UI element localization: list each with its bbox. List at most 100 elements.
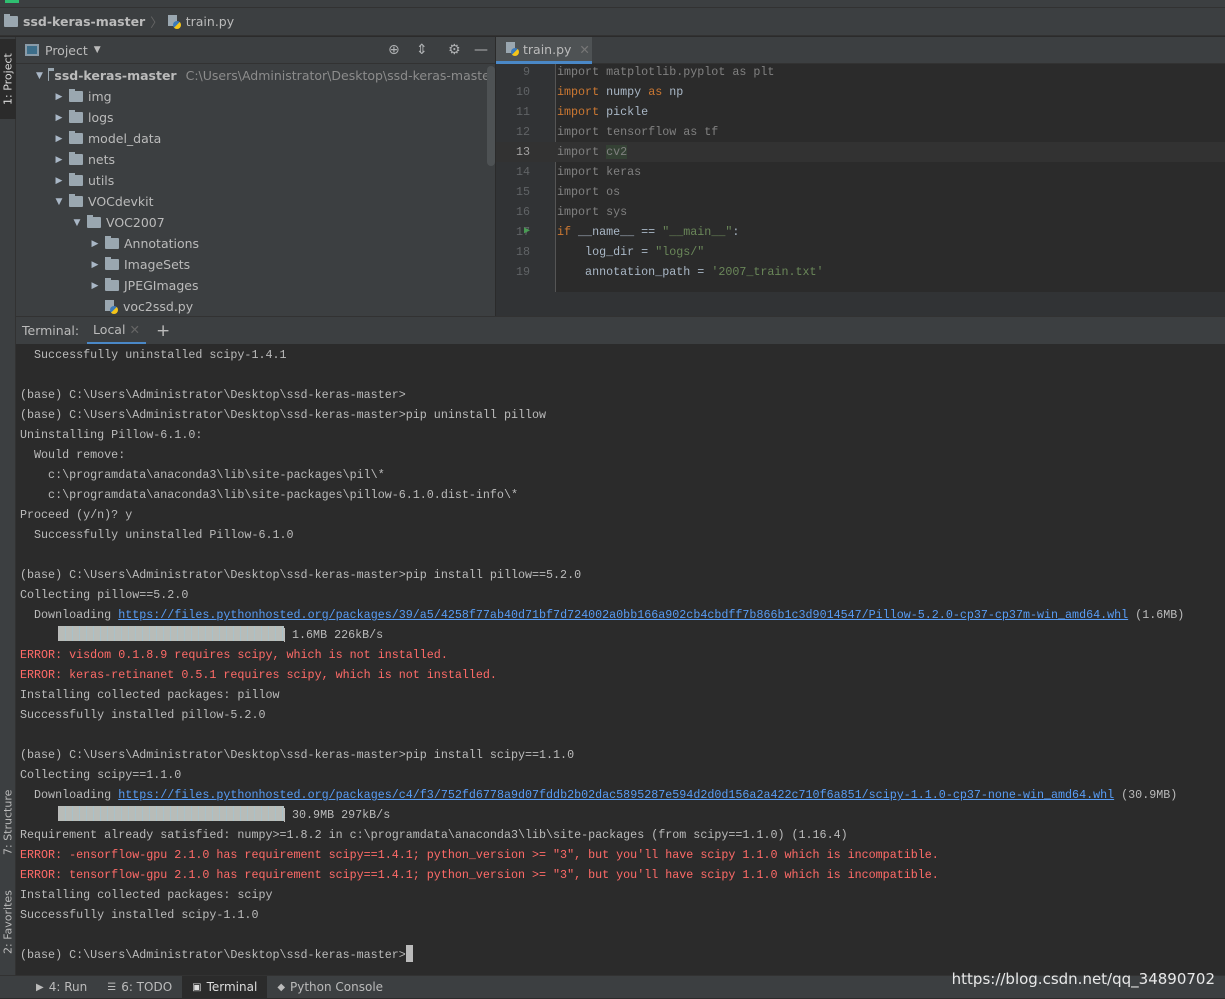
scrollbar[interactable] — [487, 66, 495, 166]
code-token: import tensorflow as tf — [557, 125, 719, 139]
error-line: ERROR: -ensorflow-gpu 2.1.0 has requirem… — [16, 845, 1225, 865]
code-text: import sys — [557, 202, 627, 222]
download-link[interactable]: https://files.pythonhosted.org/packages/… — [118, 788, 1114, 802]
chevron-right-icon[interactable]: ▶ — [54, 134, 64, 144]
tab-favorites[interactable]: 2: Favorites — [0, 882, 16, 962]
line-text: (base) C:\Users\Administrator\Desktop\ss… — [20, 408, 547, 422]
tree-item[interactable]: ▶ logs — [16, 107, 495, 128]
code-editor[interactable]: 9 import matplotlib.pyplot as plt 10 import… — [496, 64, 1225, 292]
chevron-right-icon[interactable]: ▶ — [90, 281, 100, 291]
terminal-line: (base) C:\Users\Administrator\Desktop\ss… — [16, 745, 1225, 765]
chevron-right-icon[interactable]: ▶ — [54, 92, 64, 102]
bottom-tab-python-console[interactable]: ◆ Python Console — [267, 976, 393, 999]
close-icon[interactable]: ✕ — [129, 322, 139, 337]
code-line[interactable]: 11 import pickle — [496, 102, 1225, 122]
tree-item[interactable]: ▶ JPEGImages — [16, 275, 495, 296]
code-line[interactable]: 17 ▶ if __name__ == "__main__": — [496, 222, 1225, 242]
bottom-tab-label: 6: TODO — [121, 980, 173, 994]
tree-item[interactable]: voc2ssd.py — [16, 296, 495, 316]
breadcrumb-file[interactable]: train.py — [186, 14, 234, 29]
tree-item[interactable]: ▶ Annotations — [16, 233, 495, 254]
terminal-output[interactable]: Successfully uninstalled scipy-1.4.1 (bas… — [16, 344, 1225, 975]
code-line[interactable]: 19 annotation_path = '2007_train.txt' — [496, 262, 1225, 282]
folder-icon — [47, 68, 57, 81]
close-icon[interactable]: ✕ — [579, 42, 589, 57]
python-file-icon — [105, 299, 118, 314]
code-line[interactable]: 10 import numpy as np — [496, 82, 1225, 102]
code-token: annotation_path = — [557, 265, 712, 279]
code-token: __name__ == — [578, 225, 663, 239]
code-line[interactable]: 16 import sys — [496, 202, 1225, 222]
project-view-selector[interactable]: Project — [45, 43, 88, 58]
watermark: https://blog.csdn.net/qq_34890702 — [951, 970, 1215, 988]
collapse-all-icon[interactable]: ⇕ — [416, 42, 428, 58]
line-number: 19 — [515, 265, 530, 279]
tree-item-label: VOCdevkit — [88, 194, 154, 209]
line-text: Installing collected packages: pillow — [20, 688, 280, 702]
tree-item[interactable]: ▶ model_data — [16, 128, 495, 149]
line-text: Uninstalling Pillow-6.1.0: — [20, 428, 203, 442]
tab-train-py[interactable]: train.py ✕ — [496, 37, 592, 64]
tree-item[interactable]: ▼ VOCdevkit — [16, 191, 495, 212]
chevron-down-icon[interactable]: ▼ — [94, 45, 101, 55]
tree-item[interactable]: ▶ img — [16, 86, 495, 107]
code-line[interactable]: 15 import os — [496, 182, 1225, 202]
download-link[interactable]: https://files.pythonhosted.org/packages/… — [118, 608, 1128, 622]
tab-label: Local — [93, 321, 126, 337]
tree-item[interactable]: ▼ VOC2007 — [16, 212, 495, 233]
terminal-line: Successfully installed pillow-5.2.0 — [16, 705, 1225, 725]
terminal-line: Uninstalling Pillow-6.1.0: — [16, 425, 1225, 445]
chevron-right-icon[interactable]: ▶ — [54, 155, 64, 165]
terminal-line: c:\programdata\anaconda3\lib\site-packag… — [16, 485, 1225, 505]
code-text: import cv2 — [557, 142, 628, 162]
chevron-right-icon[interactable]: ▶ — [54, 176, 64, 186]
tab-local[interactable]: Local ✕ — [87, 317, 146, 345]
line-number: 14 — [515, 165, 530, 179]
line-text: Installing collected packages: scipy — [20, 888, 273, 902]
code-token: log_dir = — [557, 245, 656, 259]
tree-item[interactable]: ▶ utils — [16, 170, 495, 191]
line-text: Collecting pillow==5.2.0 — [20, 588, 189, 602]
folder-icon — [105, 257, 119, 270]
code-text: import pickle — [557, 102, 648, 122]
code-line[interactable]: 18 log_dir = "logs/" — [496, 242, 1225, 262]
breadcrumb-project[interactable]: ssd-keras-master — [23, 14, 145, 29]
locate-icon[interactable]: ⊕ — [388, 42, 400, 58]
chevron-down-icon[interactable]: ▼ — [36, 71, 43, 81]
chevron-down-icon[interactable]: ▼ — [72, 218, 82, 228]
line-text: Downloading — [20, 788, 119, 802]
terminal-tab-bar: Terminal: Local ✕ + — [16, 316, 1225, 345]
tree-item[interactable]: ▼ ssd-keras-master C:\Users\Administrator\… — [16, 65, 495, 86]
run-icon: ▶ — [36, 981, 44, 993]
chevron-right-icon[interactable]: ▶ — [90, 239, 100, 249]
error-line: ERROR: tensorflow-gpu 2.1.0 has requirem… — [16, 865, 1225, 885]
progress-text: 1.6MB 226kB/s — [284, 628, 384, 642]
line-text: Successfully installed scipy-1.1.0 — [20, 908, 259, 922]
editor-bottom — [496, 292, 1225, 316]
bottom-tab-terminal[interactable]: ▣ Terminal — [182, 975, 268, 999]
line-text: c:\programdata\anaconda3\lib\site-packag… — [20, 468, 385, 482]
bottom-tab-6-todo[interactable]: ☰ 6: TODO — [97, 976, 182, 999]
code-token: "__main__" — [662, 225, 733, 239]
code-line[interactable]: 14 import keras — [496, 162, 1225, 182]
code-line[interactable]: 9 import matplotlib.pyplot as plt — [496, 64, 1225, 82]
tree-item[interactable]: ▶ nets — [16, 149, 495, 170]
tree-item[interactable]: ▶ ImageSets — [16, 254, 495, 275]
tree-item-label: Annotations — [124, 236, 200, 251]
code-line[interactable]: 12 import tensorflow as tf — [496, 122, 1225, 142]
chevron-right-icon[interactable]: ▶ — [54, 113, 64, 123]
tree-item-label: nets — [88, 152, 116, 167]
gear-icon[interactable]: ⚙ — [448, 42, 461, 58]
tree-item-label: VOC2007 — [106, 215, 165, 230]
bottom-tab-4-run[interactable]: ▶ 4: Run — [26, 976, 97, 999]
code-line[interactable]: 13 import cv2 — [496, 142, 1225, 162]
tab-project[interactable]: 1: Project — [0, 39, 16, 119]
minimize-icon[interactable]: — — [474, 42, 488, 58]
chevron-right-icon[interactable]: ▶ — [90, 260, 100, 270]
chevron-down-icon[interactable]: ▼ — [54, 197, 64, 207]
line-text: ERROR: visdom 0.1.8.9 requires scipy, wh… — [20, 648, 448, 662]
line-text: c:\programdata\anaconda3\lib\site-packag… — [20, 488, 518, 502]
run-icon[interactable]: ▶ — [524, 222, 530, 242]
tab-structure[interactable]: 7: Structure — [0, 782, 16, 862]
new-session-button[interactable]: + — [146, 321, 180, 341]
